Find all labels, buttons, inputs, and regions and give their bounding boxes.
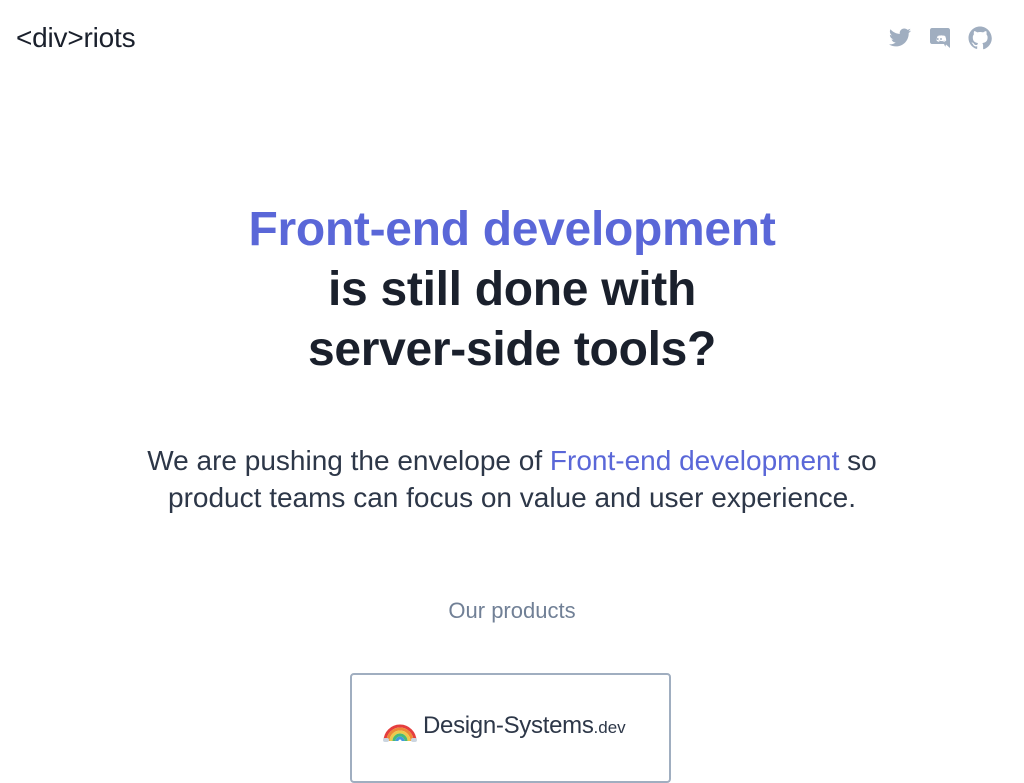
- products-heading: Our products: [448, 598, 576, 623]
- product-tld: .dev: [593, 718, 626, 737]
- lede-before: We are pushing the envelope of: [147, 445, 550, 476]
- github-icon: [968, 26, 992, 50]
- discord-link[interactable]: [928, 26, 952, 50]
- hero: Front-end development is still done with…: [0, 200, 1024, 380]
- hero-headline: Front-end development is still done with…: [0, 200, 1024, 380]
- social-links: [888, 26, 992, 50]
- product-name: Design-Systems: [423, 712, 594, 739]
- github-link[interactable]: [968, 26, 992, 50]
- rainbow-icon: [383, 724, 417, 742]
- twitter-link[interactable]: [888, 26, 912, 50]
- lede-accent: Front-end development: [549, 445, 840, 476]
- headline-line-2: is still done with: [328, 263, 696, 316]
- headline-line-3: server-side tools?: [307, 323, 717, 376]
- headline-accent: Front-end development: [248, 203, 776, 256]
- site-header: <div>riots: [0, 0, 1024, 78]
- hero-description: We are pushing the envelope of Front-end…: [112, 442, 912, 516]
- product-card-design-systems[interactable]: Design-Systems.dev: [350, 673, 671, 783]
- twitter-icon: [889, 28, 911, 47]
- site-logo[interactable]: <div>riots: [16, 21, 136, 55]
- discord-icon: [930, 28, 950, 48]
- product-brand: Design-Systems.dev: [383, 709, 626, 743]
